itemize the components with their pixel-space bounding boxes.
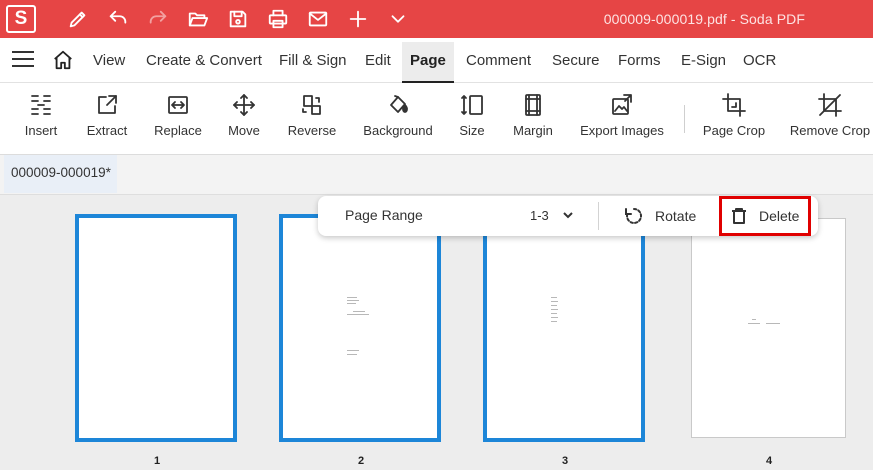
page-range-select[interactable]: 1-3 [530,208,549,223]
export-images-label: Export Images [580,123,664,138]
menu-bar: View Create & Convert Fill & Sign Edit P… [0,38,873,83]
menu-edit[interactable]: Edit [365,52,391,69]
hamburger-menu-icon[interactable] [12,51,34,69]
page-thumbnail-1[interactable] [75,214,237,442]
toolbar-divider [684,105,685,133]
redo-icon[interactable] [145,6,171,32]
rotate-button[interactable]: Rotate [624,204,696,228]
menu-forms[interactable]: Forms [618,52,661,69]
page-text-line [551,297,557,298]
export-images-icon [609,92,635,118]
background-label: Background [363,123,433,138]
menu-ocr[interactable]: OCR [743,52,776,69]
page-text-line [551,301,558,302]
page-crop-icon [721,92,747,118]
size-button[interactable]: Size [452,83,492,155]
background-icon [385,92,411,118]
replace-button[interactable]: Replace [150,83,206,155]
remove-crop-icon [817,92,843,118]
page-text-line [347,350,359,351]
page-text-line [347,303,356,304]
delete-label: Delete [759,208,800,224]
rotate-icon [625,207,643,224]
page-text-line [551,321,557,322]
page-number-4: 4 [765,455,773,467]
chevron-down-icon[interactable] [561,208,575,222]
reverse-label: Reverse [287,123,337,138]
page-text-line [551,305,557,306]
page-number-3: 3 [561,455,569,467]
document-tab[interactable]: 000009-000019* [4,155,117,193]
title-bar: S 000009-000019.pdf - Soda PDF [0,0,873,38]
menu-create-convert[interactable]: Create & Convert [146,52,262,69]
undo-icon[interactable] [105,6,131,32]
page-text-line [347,297,357,298]
logo-letter: S [14,8,28,29]
insert-label: Insert [24,123,58,138]
margin-label: Margin [513,123,553,138]
delete-button[interactable]: Delete [719,196,811,236]
replace-label: Replace [154,123,202,138]
rotate-label: Rotate [655,208,697,224]
menu-view[interactable]: View [93,52,125,69]
extract-button[interactable]: Extract [80,83,134,155]
reverse-button[interactable]: Reverse [284,83,340,155]
size-icon [459,92,485,118]
page-text-line [551,309,558,310]
page-range-label: Page Range [345,207,423,223]
page-thumbnail-3[interactable] [483,214,645,442]
open-folder-icon[interactable] [185,6,211,32]
document-tab-strip: 000009-000019* [0,155,873,195]
page-crop-button[interactable]: Page Crop [700,83,768,155]
reverse-icon [299,92,325,118]
remove-crop-button[interactable]: Remove Crop [790,83,870,155]
insert-icon [28,92,54,118]
page-text-line [353,311,365,312]
background-button[interactable]: Background [358,83,438,155]
extract-icon [94,92,120,118]
insert-button[interactable]: Insert [14,83,68,155]
menu-comment[interactable]: Comment [466,52,531,69]
extract-label: Extract [86,123,128,138]
mail-icon[interactable] [305,6,331,32]
move-label: Move [228,123,260,138]
window-title: 000009-000019.pdf - Soda PDF [603,11,805,27]
page-text-line [347,354,357,355]
menu-fill-sign[interactable]: Fill & Sign [279,52,347,69]
page-number-1: 1 [153,455,161,467]
page-text-line [551,317,558,318]
size-label: Size [459,123,485,138]
page-text-line [766,323,780,324]
pen-icon[interactable] [65,6,91,32]
move-icon [231,92,257,118]
page-text-line [752,319,756,320]
home-icon[interactable] [52,49,74,71]
page-text-line [748,323,760,324]
page-text-line [551,313,557,314]
remove-crop-label: Remove Crop [789,123,871,138]
menu-page[interactable]: Page [402,42,454,83]
print-icon[interactable] [265,6,291,32]
page-action-bar: Page Range 1-3 Rotate Delete [318,196,818,236]
soda-logo[interactable]: S [6,5,36,33]
page-thumbnail-2[interactable] [279,214,441,442]
menu-e-sign[interactable]: E-Sign [681,52,726,69]
margin-button[interactable]: Margin [506,83,560,155]
page-thumbnail-4[interactable] [691,218,846,438]
action-bar-divider [598,202,599,230]
page-text-line [347,300,359,301]
page-text-line [347,314,369,315]
page-toolbar: Insert Extract Replace Move Reverse Back… [0,83,873,155]
save-icon[interactable] [225,6,251,32]
page-crop-label: Page Crop [702,123,766,138]
move-button[interactable]: Move [220,83,268,155]
trash-icon [732,208,746,224]
menu-secure[interactable]: Secure [552,52,600,69]
plus-icon[interactable] [345,6,371,32]
replace-icon [165,92,191,118]
margin-icon [520,92,546,118]
export-images-button[interactable]: Export Images [578,83,666,155]
chevron-down-icon[interactable] [385,6,411,32]
page-number-2: 2 [357,455,365,467]
